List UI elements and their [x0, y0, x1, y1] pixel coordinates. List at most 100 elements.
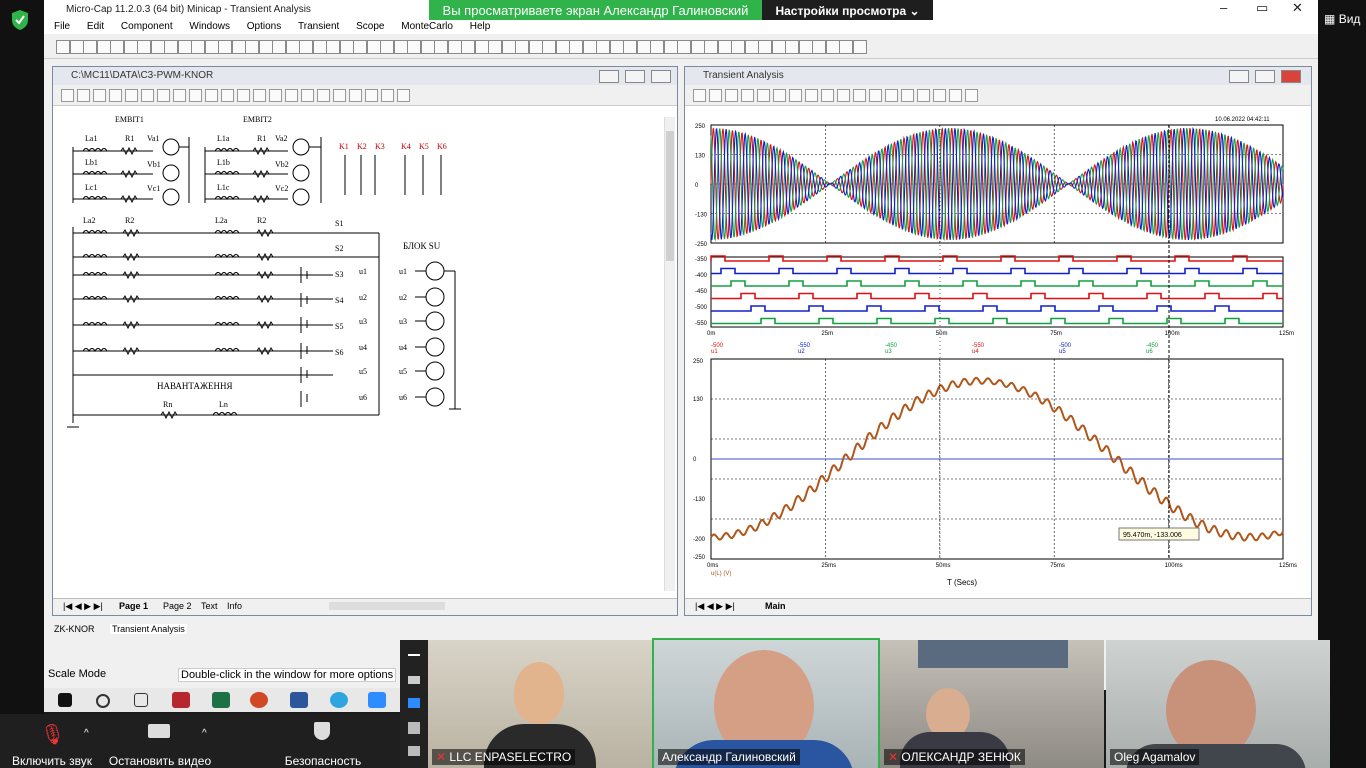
- pane-toolbar-button[interactable]: [901, 89, 914, 102]
- toolbar-button[interactable]: [204, 40, 219, 54]
- toolbar-button[interactable]: [623, 40, 637, 54]
- pane-toolbar-button[interactable]: [805, 89, 818, 102]
- pane-toolbar-button[interactable]: [381, 89, 394, 102]
- view-settings-button[interactable]: Настройки просмотра ⌄: [762, 0, 933, 22]
- menu-windows[interactable]: Windows: [189, 21, 230, 32]
- toolbar-button[interactable]: [771, 40, 786, 54]
- toolbar-button[interactable]: [191, 40, 205, 54]
- pane-toolbar-button[interactable]: [349, 89, 362, 102]
- pane-toolbar-button[interactable]: [757, 89, 770, 102]
- toolbar-button[interactable]: [650, 40, 664, 54]
- pane-toolbar-button[interactable]: [789, 89, 802, 102]
- toolbar-button[interactable]: [96, 40, 111, 54]
- participant-tile-4[interactable]: Oleg Agamalov: [1106, 640, 1330, 768]
- pane-toolbar-button[interactable]: [853, 89, 866, 102]
- pane-toolbar-button[interactable]: [301, 89, 314, 102]
- toolbar-button[interactable]: [312, 40, 327, 54]
- participant-tile-1[interactable]: ✕ LLC ENPASELECTRO: [428, 640, 652, 768]
- toolbar-button[interactable]: [690, 40, 705, 54]
- toolbar-button[interactable]: [852, 40, 867, 54]
- participant-tile-3[interactable]: ✕ ОЛЕКСАНДР ЗЕНЮК: [880, 640, 1104, 768]
- schematic-close-button[interactable]: [651, 70, 671, 83]
- strip-view-icon[interactable]: [408, 698, 420, 708]
- security-shield-icon[interactable]: [314, 722, 330, 740]
- access-icon[interactable]: [172, 692, 190, 708]
- start-icon[interactable]: [58, 693, 72, 707]
- pane-toolbar-button[interactable]: [333, 89, 346, 102]
- pane-toolbar-button[interactable]: [189, 89, 202, 102]
- tab-nav-arrows-2[interactable]: |◀ ◀ ▶ ▶|: [695, 601, 735, 612]
- pane-toolbar-button[interactable]: [61, 89, 74, 102]
- pane-toolbar-button[interactable]: [397, 89, 410, 102]
- minimize-strip-icon[interactable]: [408, 654, 420, 656]
- transient-maximize-button[interactable]: [1255, 70, 1275, 83]
- security-button[interactable]: Безопасность: [285, 754, 362, 768]
- toolbar-button[interactable]: [339, 40, 354, 54]
- menu-file[interactable]: File: [54, 21, 70, 32]
- pane-toolbar-button[interactable]: [885, 89, 898, 102]
- video-options-chevron-icon[interactable]: ^: [202, 728, 207, 739]
- toolbar-button[interactable]: [326, 40, 340, 54]
- pane-toolbar-button[interactable]: [837, 89, 850, 102]
- toolbar-button[interactable]: [542, 40, 556, 54]
- pane-toolbar-button[interactable]: [821, 89, 834, 102]
- schematic-vscroll-thumb[interactable]: [666, 131, 674, 261]
- menu-help[interactable]: Help: [470, 21, 491, 32]
- toolbar-button[interactable]: [137, 40, 151, 54]
- toolbar-button[interactable]: [731, 40, 745, 54]
- menu-edit[interactable]: Edit: [87, 21, 104, 32]
- toolbar-button[interactable]: [677, 40, 691, 54]
- pane-toolbar-button[interactable]: [741, 89, 754, 102]
- toolbar-button[interactable]: [717, 40, 732, 54]
- menu-scope[interactable]: Scope: [356, 21, 384, 32]
- toolbar-button[interactable]: [407, 40, 421, 54]
- pane-toolbar-button[interactable]: [269, 89, 282, 102]
- schematic-minimize-button[interactable]: [599, 70, 619, 83]
- pane-toolbar-button[interactable]: [125, 89, 138, 102]
- toolbar-button[interactable]: [420, 40, 435, 54]
- toolbar-button[interactable]: [704, 40, 718, 54]
- toolbar-button[interactable]: [150, 40, 165, 54]
- toolbar-button[interactable]: [744, 40, 759, 54]
- powerpoint-icon[interactable]: [250, 692, 268, 708]
- transient-close-button[interactable]: [1281, 70, 1301, 83]
- schematic-canvas[interactable]: ЕМВІТ1 ЕМВІТ2 La1 Lb1 Lc1 R1 Va1 Vb1 Vc1…: [53, 107, 665, 597]
- toolbar-button[interactable]: [245, 40, 259, 54]
- pane-toolbar-button[interactable]: [725, 89, 738, 102]
- pane-toolbar-button[interactable]: [285, 89, 298, 102]
- word-icon[interactable]: [290, 692, 308, 708]
- toolbar-button[interactable]: [663, 40, 678, 54]
- toolbar-button[interactable]: [596, 40, 610, 54]
- mic-muted-icon[interactable]: 🎙: [40, 722, 65, 747]
- excel-icon[interactable]: [212, 692, 230, 708]
- pane-toolbar-button[interactable]: [221, 89, 234, 102]
- search-icon[interactable]: [96, 694, 110, 708]
- stop-video-button[interactable]: Остановить видео: [109, 754, 211, 768]
- toolbar-button[interactable]: [582, 40, 597, 54]
- pane-toolbar-button[interactable]: [77, 89, 90, 102]
- pane-toolbar-button[interactable]: [869, 89, 882, 102]
- toolbar-button[interactable]: [555, 40, 570, 54]
- toolbar-button[interactable]: [569, 40, 583, 54]
- schematic-hscroll-thumb[interactable]: [329, 602, 445, 610]
- toolbar-button[interactable]: [812, 40, 826, 54]
- pip-view-icon[interactable]: [408, 746, 420, 756]
- pane-toolbar-button[interactable]: [693, 89, 706, 102]
- gallery-grid-icon[interactable]: [408, 722, 420, 734]
- toolbar-button[interactable]: [231, 40, 246, 54]
- view-grid-icon[interactable]: ▦: [1324, 12, 1335, 26]
- toolbar-button[interactable]: [501, 40, 516, 54]
- zoom-app-icon[interactable]: [368, 692, 386, 708]
- participant-tile-2[interactable]: Александр Галиновский: [652, 638, 880, 768]
- pane-toolbar-button[interactable]: [317, 89, 330, 102]
- view-label[interactable]: Вид: [1339, 12, 1361, 26]
- toolbar-button[interactable]: [447, 40, 462, 54]
- tab-main[interactable]: Main: [765, 601, 786, 611]
- tab-info[interactable]: Info: [227, 601, 242, 611]
- pane-toolbar-button[interactable]: [253, 89, 266, 102]
- toolbar-button[interactable]: [839, 40, 853, 54]
- toolbar-button[interactable]: [123, 40, 138, 54]
- toolbar-button[interactable]: [69, 40, 84, 54]
- tab-page2[interactable]: Page 2: [163, 601, 192, 611]
- toolbar-button[interactable]: [218, 40, 232, 54]
